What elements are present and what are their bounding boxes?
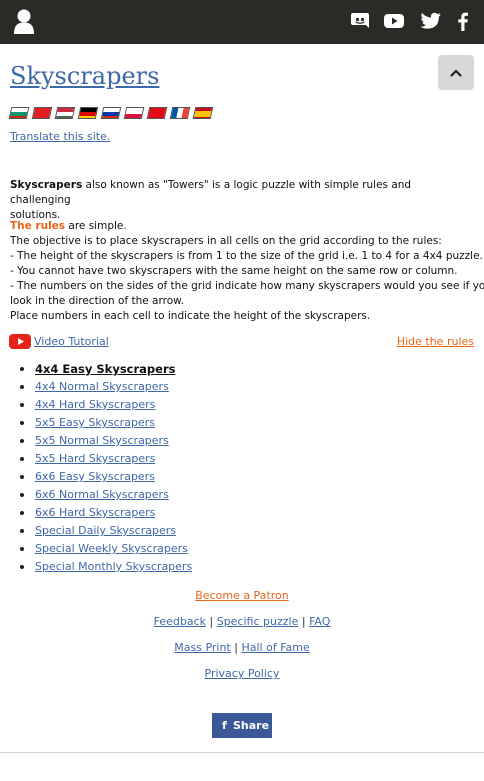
puzzle-link-4x4-hard[interactable]: 4x4 Hard Skyscrapers [35,398,155,411]
user-icon[interactable] [13,9,35,35]
albanian-flag[interactable] [31,107,53,119]
hide-rules-link[interactable]: Hide the rules [397,335,474,348]
rules-heading-line: The rules are simple. [10,219,480,234]
bullet-icon [20,547,24,551]
facebook-icon[interactable] [455,11,471,31]
mass-print-link[interactable]: Mass Print [174,641,231,654]
bullet-icon [20,385,24,389]
bullet-icon [20,421,24,425]
list-item: 4x4 Hard Skyscrapers [20,398,192,416]
bullet-icon [20,457,24,461]
list-item: 5x5 Hard Skyscrapers [20,452,192,470]
french-flag[interactable] [169,107,191,119]
rule-line: - The height of the skyscrapers is from … [10,250,483,262]
puzzle-link-6x6-hard[interactable]: 6x6 Hard Skyscrapers [35,506,155,519]
separator: | [209,615,214,628]
puzzle-link-4x4-normal[interactable]: 4x4 Normal Skyscrapers [35,380,169,393]
become-patron-link[interactable]: Become a Patron [195,589,288,602]
twitter-icon[interactable] [420,11,442,31]
puzzle-link-5x5-easy[interactable]: 5x5 Easy Skyscrapers [35,416,155,429]
share-label: Share [233,719,270,732]
separator: | [234,641,238,654]
puzzle-size-list: 4x4 Easy Skyscrapers 4x4 Normal Skyscrap… [20,362,192,578]
youtube-icon[interactable] [9,334,31,349]
list-item: 4x4 Normal Skyscrapers [20,380,192,398]
feedback-line: Feedback | Specific puzzle | FAQ [0,615,484,628]
list-item: 6x6 Normal Skyscrapers [20,488,192,506]
privacy-line: Privacy Policy [0,667,484,680]
separator: | [301,615,306,628]
list-item: 4x4 Easy Skyscrapers [20,362,192,380]
list-item: Special Monthly Skyscrapers [20,560,192,578]
bullet-icon [20,439,24,443]
divider [0,752,484,753]
bullet-icon [20,493,24,497]
list-item: 5x5 Easy Skyscrapers [20,416,192,434]
list-item: 6x6 Hard Skyscrapers [20,506,192,524]
collapse-button[interactable] [438,55,474,90]
bullet-icon [20,511,24,515]
facebook-icon: f [222,719,227,732]
intro-text: Skyscrapers also known as "Towers" is a … [10,178,470,223]
puzzle-link-special-monthly[interactable]: Special Monthly Skyscrapers [35,560,192,573]
youtube-icon[interactable] [383,11,405,31]
bullet-icon [20,565,24,569]
list-item: 6x6 Easy Skyscrapers [20,470,192,488]
polish-flag[interactable] [123,107,145,119]
rule-line: Place numbers in each cell to indicate t… [10,310,371,322]
list-item: Special Daily Skyscrapers [20,524,192,542]
bullet-icon [20,529,24,533]
hungarian-flag[interactable] [54,107,76,119]
faq-link[interactable]: FAQ [309,615,330,628]
discord-icon[interactable] [350,11,372,31]
top-bar [0,0,484,44]
rule-line: The objective is to place skyscrapers in… [10,235,442,247]
chevron-up-icon [450,69,462,77]
puzzle-link-4x4-easy[interactable]: 4x4 Easy Skyscrapers [35,362,175,376]
mass-print-line: Mass Print | Hall of Fame [0,641,484,654]
video-tutorial-link[interactable]: Video Tutorial [34,335,109,348]
turkish-flag[interactable] [146,107,168,119]
list-item: 5x5 Normal Skyscrapers [20,434,192,452]
puzzle-link-5x5-normal[interactable]: 5x5 Normal Skyscrapers [35,434,169,447]
puzzle-link-6x6-normal[interactable]: 6x6 Normal Skyscrapers [35,488,169,501]
german-flag[interactable] [77,107,99,119]
hall-of-fame-link[interactable]: Hall of Fame [241,641,309,654]
puzzle-link-special-weekly[interactable]: Special Weekly Skyscrapers [35,542,188,555]
intro-bold: Skyscrapers [10,179,83,191]
bulgarian-flag[interactable] [8,107,30,119]
feedback-link[interactable]: Feedback [154,615,206,628]
list-item: Special Weekly Skyscrapers [20,542,192,560]
rules-heading: The rules [10,220,66,232]
puzzle-link-6x6-easy[interactable]: 6x6 Easy Skyscrapers [35,470,155,483]
rule-line: - The numbers on the sides of the grid i… [10,280,484,292]
rules-heading-rest: are simple. [65,220,127,232]
bullet-icon [20,403,24,407]
puzzle-link-special-daily[interactable]: Special Daily Skyscrapers [35,524,176,537]
rule-line: - You cannot have two skyscrapers with t… [10,265,458,277]
patron-line: Become a Patron [0,589,484,602]
privacy-policy-link[interactable]: Privacy Policy [205,667,280,680]
facebook-share-button[interactable]: f Share [212,713,272,738]
puzzle-link-5x5-hard[interactable]: 5x5 Hard Skyscrapers [35,452,155,465]
translate-link[interactable]: Translate this site. [10,130,110,143]
bullet-icon [20,475,24,479]
specific-puzzle-link[interactable]: Specific puzzle [217,615,299,628]
spanish-flag[interactable] [192,107,214,119]
russian-flag[interactable] [100,107,122,119]
page-title[interactable]: Skyscrapers [10,62,159,90]
rule-line: look in the direction of the arrow. [10,295,185,307]
bullet-icon [20,367,24,371]
